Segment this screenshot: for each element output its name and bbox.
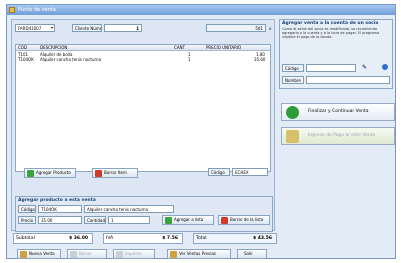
add-product-label: Agregar Producto (36, 170, 71, 175)
plus-icon (165, 217, 172, 224)
delete-item-label: Borrar Item (104, 170, 127, 175)
title-bar: Punto de venta (7, 5, 395, 15)
check-icon (286, 106, 299, 119)
member-code-field[interactable] (306, 64, 356, 72)
chevron-down-icon: ▾ (50, 25, 53, 30)
terminal-select[interactable]: FARD41007 ▾ (15, 24, 55, 32)
plus-icon (27, 170, 34, 177)
member-name-label: Nombre (282, 76, 304, 84)
member-name-field[interactable] (306, 76, 390, 84)
delete-item-button[interactable]: Borrar Item (92, 168, 138, 178)
view-pending-button[interactable]: Ver Ventas Previas (167, 249, 231, 259)
member-code-label: Código (282, 64, 304, 72)
member-panel: Agregar venta a la cuenta de un socio Co… (279, 19, 395, 149)
sale-panel: FARD41007 ▾ Cliente Número 1 501 x COD D… (11, 19, 275, 232)
window-title: Punto de venta (18, 7, 56, 13)
edit-icon[interactable]: ✎ (362, 64, 367, 71)
search-icon[interactable] (382, 64, 388, 70)
app-icon (9, 7, 15, 13)
row-price: 35.60 (254, 57, 266, 62)
client-label: Cliente Número (72, 24, 102, 32)
total-box: Total $ 43.56 (193, 233, 277, 244)
col-description: DESCRIPCION (40, 45, 68, 50)
row-code: T104OK (18, 57, 34, 62)
subtotal-box: Subtotal $ 36.00 (13, 233, 93, 244)
finalize-label: Finalizar y Continuar Venta (308, 109, 369, 114)
items-grid[interactable]: COD DESCRIPCION CANT PRECIO UNITARIO T10… (15, 44, 271, 172)
printer-icon (116, 251, 123, 258)
row-qty: 1 (188, 57, 191, 62)
extra-suffix: x (269, 26, 272, 31)
subtotal-value: $ 36.00 (69, 236, 88, 241)
add-code-field[interactable]: T104OK (38, 205, 82, 213)
add-qty-field[interactable]: 1 (108, 216, 150, 224)
payment-icon (286, 130, 299, 143)
add-qty-label: Cantidad (84, 216, 106, 224)
col-qty: CANT (174, 45, 185, 50)
grid-header: COD DESCRIPCION CANT PRECIO UNITARIO (16, 45, 270, 51)
add-product-button[interactable]: Agregar Producto (24, 168, 76, 178)
iva-label: IVA (106, 236, 114, 241)
exit-label: Salir (244, 251, 253, 256)
add-price-field[interactable]: 35.00 (38, 216, 82, 224)
member-help-text: Como el saldo del socio es modificado, s… (282, 27, 380, 39)
add-section-title: Agregar producto a esta venta (18, 198, 96, 203)
col-code: COD (18, 45, 28, 50)
add-code-label: Código (18, 205, 36, 213)
table-row[interactable]: T104OK Alquiler cancha tenis nocturna 1 … (16, 57, 270, 62)
finalize-sale-button[interactable]: Finalizar y Continuar Venta (281, 103, 395, 121)
print-label: Imprimir (125, 251, 143, 256)
view-pending-label: Ver Ventas Previas (179, 251, 216, 256)
pos-window: Punto de venta FARD41007 ▾ Cliente Númer… (6, 4, 396, 259)
delete-icon (221, 217, 228, 224)
client-number-field[interactable]: 1 (104, 24, 142, 32)
code-label: Código (208, 168, 230, 176)
iva-box: IVA $ 7.56 (103, 233, 183, 244)
member-account-box: Agregar venta a la cuenta de un socio Co… (279, 19, 393, 89)
add-to-list-label: Agregar a lista (174, 217, 204, 222)
remove-from-list-label: Borrar de la lista (230, 217, 264, 222)
total-value: $ 43.56 (253, 236, 272, 241)
subtotal-label: Subtotal (16, 236, 35, 241)
list-icon (170, 251, 177, 258)
member-title: Agregar venta a la cuenta de un socio (282, 21, 379, 26)
new-icon (20, 251, 27, 258)
delete-icon (70, 251, 77, 258)
add-product-section: Agregar producto a esta venta Código T10… (15, 196, 273, 232)
add-price-label: Precio (18, 216, 36, 224)
secondary-label: Borrar (79, 251, 92, 256)
new-sale-label: Nueva Venta (29, 251, 55, 256)
iva-value: $ 7.56 (162, 236, 178, 241)
register-payment-label: Ingreso de Pago a/ este Venta (308, 133, 376, 138)
register-payment-button[interactable]: Ingreso de Pago a/ este Venta (281, 127, 395, 145)
row-description: Alquiler cancha tenis nocturna (40, 57, 102, 62)
new-sale-button[interactable]: Nueva Venta (17, 249, 61, 259)
print-button[interactable]: Imprimir (113, 249, 155, 259)
add-description-field[interactable]: Alquiler cancha tenis nocturna (84, 205, 174, 213)
col-price: PRECIO UNITARIO (206, 45, 242, 50)
bottom-toolbar: Nueva Venta Borrar Imprimir Ver Ventas P… (11, 249, 391, 259)
delete-icon (95, 170, 102, 177)
secondary-button[interactable]: Borrar (67, 249, 107, 259)
add-to-list-button[interactable]: Agregar a lista (162, 215, 214, 225)
total-label: Total (196, 236, 207, 241)
exit-button[interactable]: Salir (237, 249, 267, 259)
code-field[interactable]: ECHEX (232, 168, 268, 176)
remove-from-list-button[interactable]: Borrar de la lista (218, 215, 270, 225)
extra-field[interactable]: 501 (206, 24, 266, 32)
terminal-select-value: FARD41007 (18, 26, 42, 31)
